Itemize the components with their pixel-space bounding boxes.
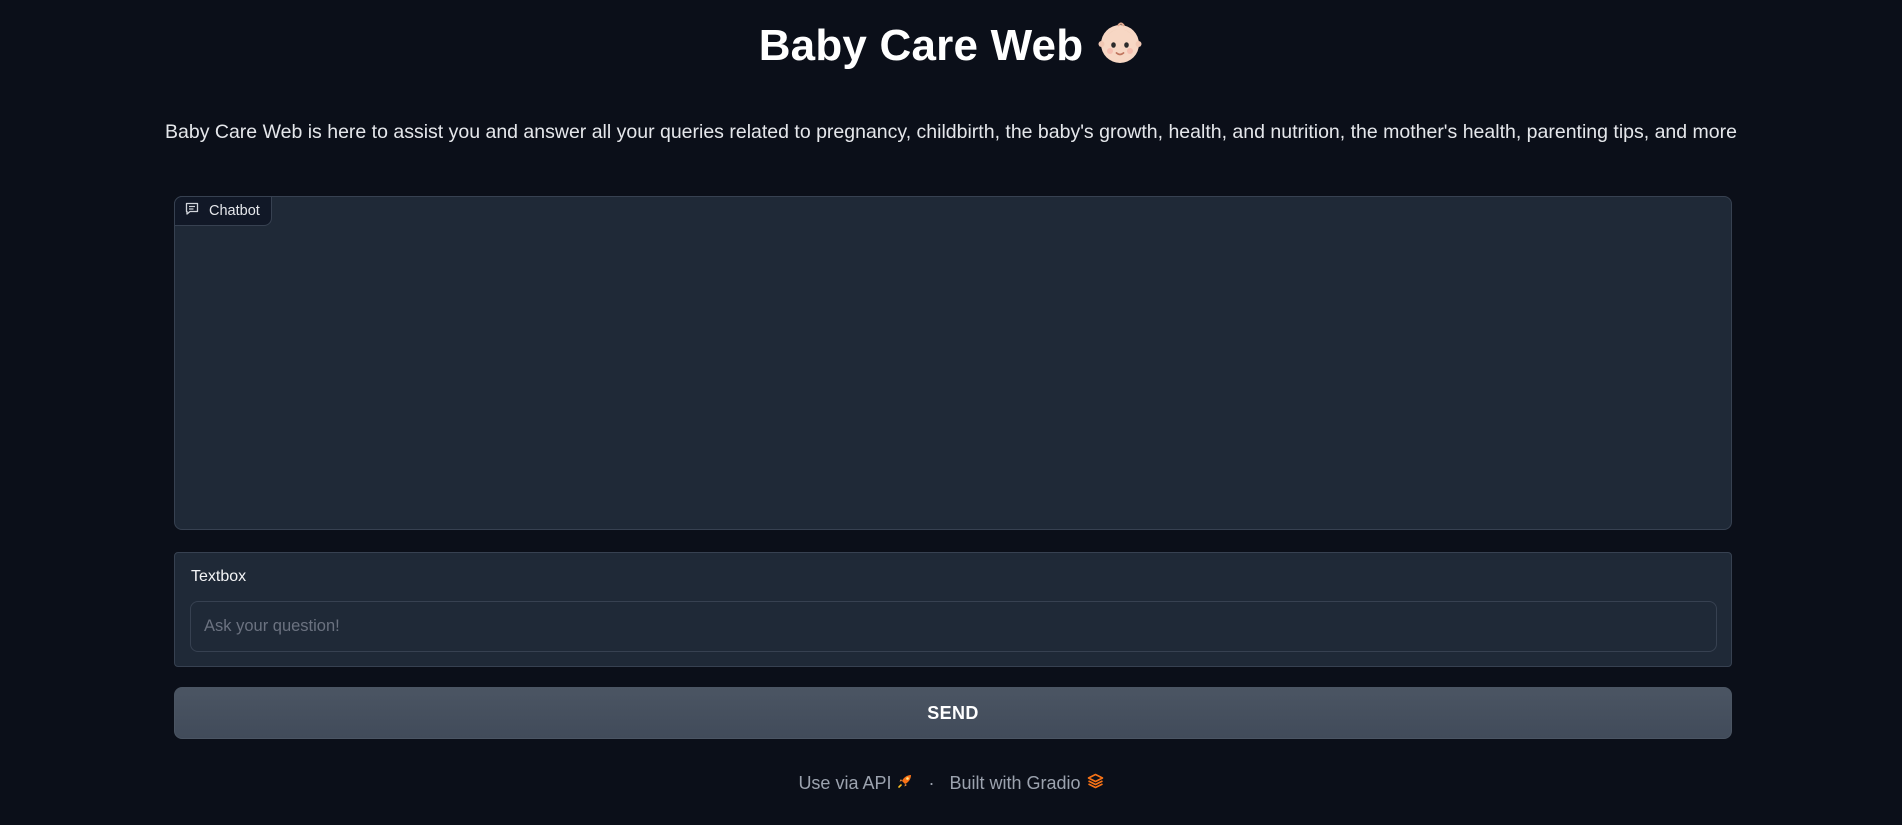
chatbot-panel[interactable]: Chatbot	[174, 196, 1732, 530]
app-page: Baby Care Web Baby Care Web is here to a…	[0, 0, 1902, 825]
rocket-icon	[897, 773, 913, 794]
built-with-gradio-label: Built with Gradio	[949, 773, 1081, 793]
page-title: Baby Care Web	[0, 20, 1902, 77]
footer: Use via API · Built with Gradio	[0, 773, 1902, 794]
built-with-gradio-link[interactable]: Built with Gradio	[949, 773, 1103, 794]
gradio-logo-icon	[1087, 773, 1104, 794]
textbox-block: Textbox	[174, 552, 1732, 667]
title-text: Baby Care Web	[758, 21, 1084, 70]
app-description: Baby Care Web is here to assist you and …	[165, 121, 1737, 143]
send-button[interactable]: SEND	[174, 687, 1732, 739]
textbox-label: Textbox	[191, 568, 247, 585]
chat-bubble-icon	[185, 202, 199, 220]
chatbot-label-text: Chatbot	[209, 203, 260, 219]
use-via-api-link[interactable]: Use via API	[798, 773, 913, 794]
question-input[interactable]	[190, 601, 1717, 652]
chatbot-label: Chatbot	[174, 196, 272, 226]
footer-separator: ·	[928, 773, 935, 793]
use-via-api-label: Use via API	[798, 773, 892, 793]
baby-face-icon	[1097, 20, 1143, 77]
